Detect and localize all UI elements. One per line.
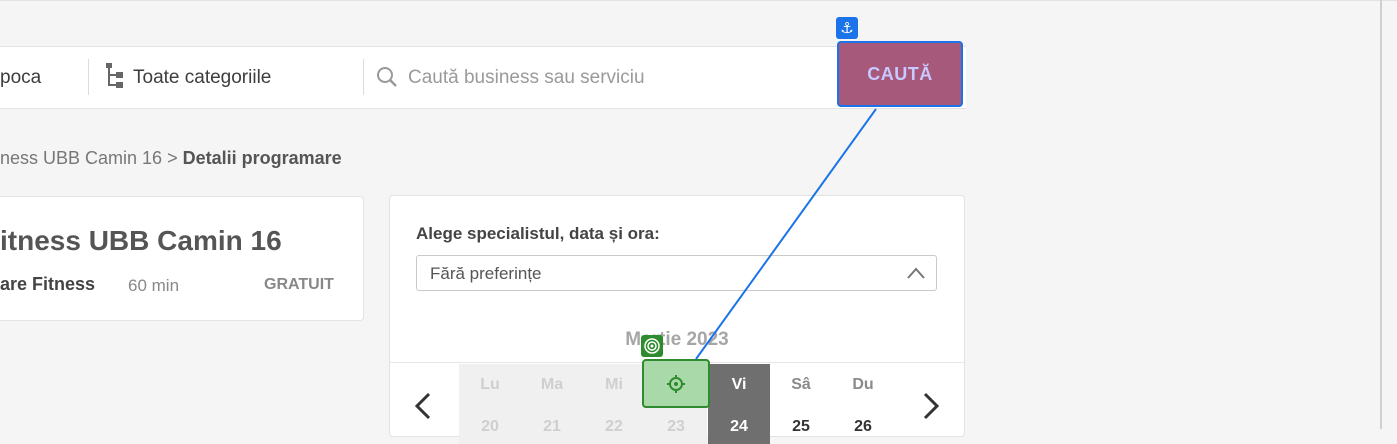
chevron-left-icon[interactable] xyxy=(412,391,434,421)
breadcrumb-current: Detalii programare xyxy=(182,148,342,168)
day-number: 26 xyxy=(854,418,872,435)
day-number: 20 xyxy=(481,418,499,435)
location-title: itness UBB Camin 16 xyxy=(0,225,282,256)
location-card: itness UBB Camin 16 are Fitness 60 min G… xyxy=(0,196,364,321)
search-input[interactable]: Caută business sau serviciu xyxy=(408,67,645,89)
target-icon xyxy=(641,335,663,357)
category-tree-icon xyxy=(106,63,123,88)
calendar-day[interactable]: Lu 20 xyxy=(459,364,521,444)
search-button[interactable]: CAUTĂ xyxy=(837,41,963,107)
calendar-day[interactable]: Ma 21 xyxy=(521,364,583,444)
calendar-day[interactable]: Du 26 xyxy=(832,364,894,444)
categories-dropdown[interactable]: Toate categoriile xyxy=(133,67,271,89)
service-duration: 60 min xyxy=(128,276,180,295)
day-number: 25 xyxy=(792,418,810,435)
service-price: GRATUIT xyxy=(264,276,334,293)
top-divider xyxy=(0,0,1397,1)
specialist-select[interactable]: Fără preferințe xyxy=(416,255,937,291)
calendar-day[interactable]: Mi 22 xyxy=(583,364,645,444)
service-name: are Fitness xyxy=(0,274,96,294)
search-bar: poca Toate categoriile Caută business sa… xyxy=(0,46,966,109)
day-name: Sâ xyxy=(791,376,811,393)
chevron-up-icon xyxy=(907,267,925,279)
day-number: 22 xyxy=(605,418,623,435)
calendar-month: Martie 2023 xyxy=(625,329,729,350)
day-number: 23 xyxy=(667,418,685,435)
divider xyxy=(363,59,364,95)
day-name: Mi xyxy=(605,376,623,393)
specialist-value: Fără preferințe xyxy=(430,264,542,283)
scrollbar[interactable] xyxy=(1380,0,1382,429)
divider xyxy=(88,59,89,95)
epoca-filter[interactable]: poca xyxy=(0,67,41,89)
crosshair-icon xyxy=(667,375,685,393)
day-name: Lu xyxy=(480,376,500,393)
chevron-right-icon[interactable] xyxy=(920,391,942,421)
drop-target-box xyxy=(642,359,710,408)
calendar-day[interactable]: Sâ 25 xyxy=(770,364,832,444)
anchor-icon: ⚓ xyxy=(836,17,858,39)
day-number: 24 xyxy=(730,418,748,435)
day-number: 21 xyxy=(543,418,561,435)
day-name: Vi xyxy=(731,376,747,393)
breadcrumb-parent[interactable]: ness UBB Camin 16 > xyxy=(0,148,183,168)
calendar-day-selected[interactable]: Vi 24 xyxy=(708,364,770,444)
breadcrumb: ness UBB Camin 16 > Detalii programare xyxy=(0,148,342,169)
day-name: Ma xyxy=(540,376,564,393)
day-name: Du xyxy=(852,376,874,393)
search-icon xyxy=(377,67,397,87)
specialist-label: Alege specialistul, data și ora: xyxy=(416,224,660,243)
